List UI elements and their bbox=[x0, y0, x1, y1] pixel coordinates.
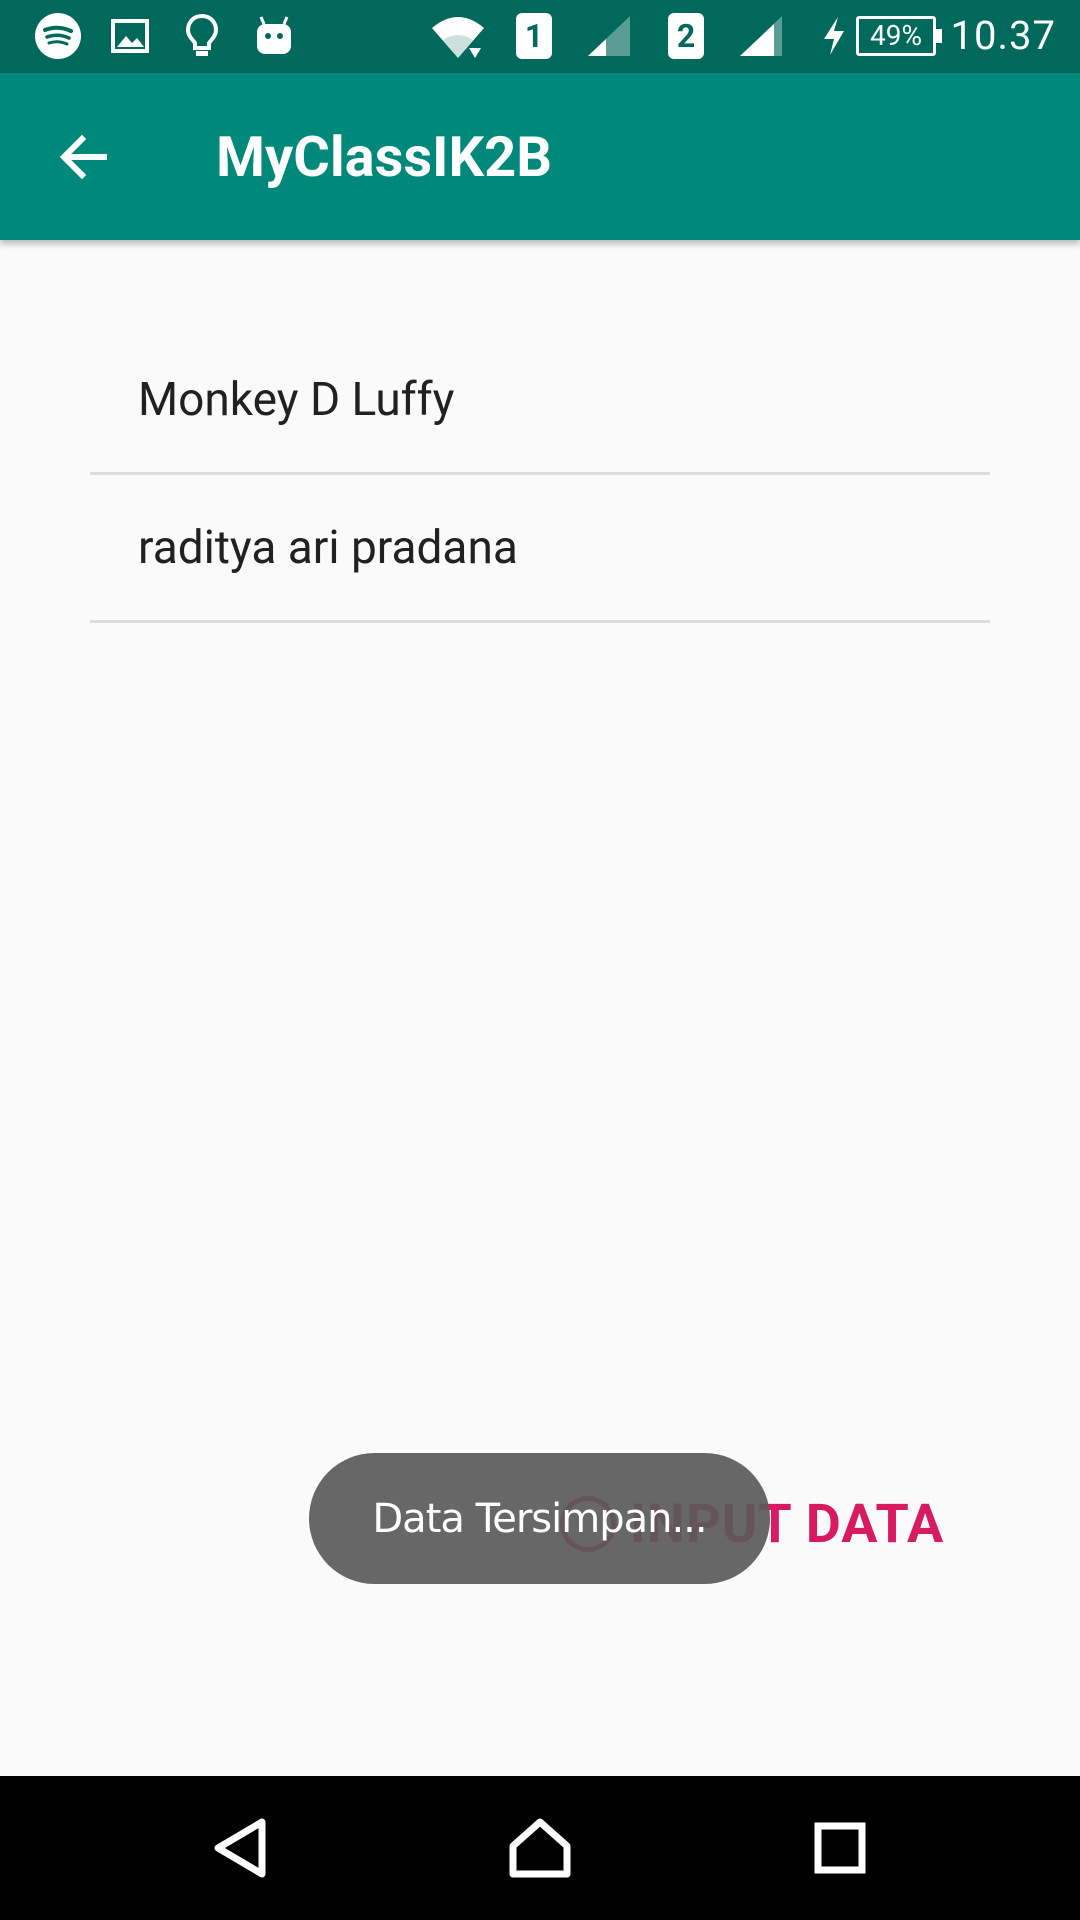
gallery-icon bbox=[108, 12, 152, 60]
recents-nav-button[interactable] bbox=[788, 1796, 892, 1900]
arrow-back-icon bbox=[59, 134, 107, 180]
list-item-label: Monkey D Luffy bbox=[138, 372, 455, 427]
bulb-icon bbox=[180, 12, 224, 60]
list-item[interactable]: raditya ari pradana bbox=[90, 475, 990, 623]
back-nav-button[interactable] bbox=[188, 1796, 292, 1900]
home-nav-button[interactable] bbox=[488, 1796, 592, 1900]
spotify-icon bbox=[32, 12, 84, 60]
navigation-bar bbox=[0, 1776, 1080, 1920]
home-icon bbox=[509, 1818, 571, 1878]
page-title: MyClassIK2B bbox=[216, 124, 553, 190]
battery-indicator: 49% bbox=[856, 16, 942, 56]
triangle-back-icon bbox=[214, 1818, 266, 1878]
back-button[interactable] bbox=[52, 125, 116, 189]
signal-icon bbox=[736, 12, 786, 60]
square-recents-icon bbox=[814, 1822, 866, 1874]
list-item-label: raditya ari pradana bbox=[138, 520, 518, 575]
wifi-icon bbox=[428, 12, 488, 60]
sim2-badge: 2 bbox=[668, 13, 704, 59]
toast-message: Data Tersimpan... bbox=[309, 1453, 770, 1584]
signal-icon bbox=[584, 12, 634, 60]
status-bar: 1 2 49% 10.37 bbox=[0, 0, 1080, 73]
app-bar: MyClassIK2B bbox=[0, 73, 1080, 240]
status-time: 10.37 bbox=[950, 12, 1056, 59]
sim1-badge: 1 bbox=[516, 13, 552, 59]
android-icon bbox=[252, 12, 296, 60]
list-item[interactable]: Monkey D Luffy bbox=[90, 327, 990, 475]
charging-icon bbox=[818, 12, 850, 60]
student-list: Monkey D Luffy raditya ari pradana bbox=[90, 327, 990, 623]
